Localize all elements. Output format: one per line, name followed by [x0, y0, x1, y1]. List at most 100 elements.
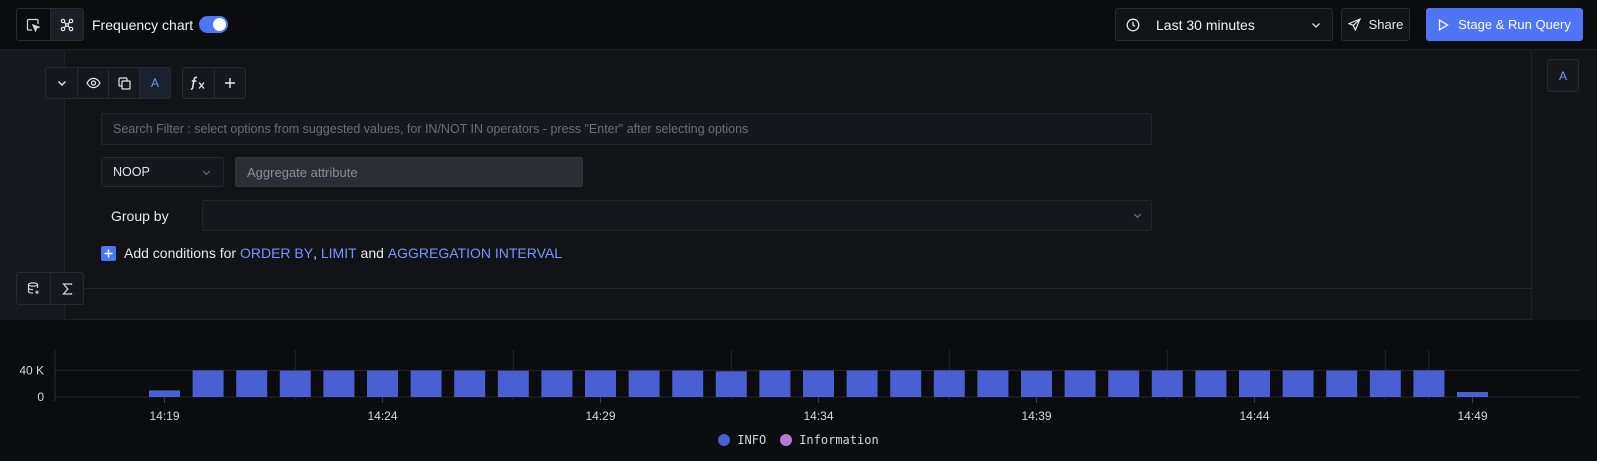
copy-icon — [117, 76, 131, 90]
bar-info — [1457, 392, 1488, 397]
run-label: Stage & Run Query — [1458, 17, 1571, 32]
list-view-button[interactable] — [17, 9, 50, 40]
and-text: and — [360, 245, 384, 261]
plus-square-icon[interactable] — [101, 245, 116, 261]
bar-info — [803, 370, 834, 397]
aggregation-interval-link[interactable]: AGGREGATION INTERVAL — [388, 245, 562, 261]
legend-item-information[interactable]: Information — [780, 433, 879, 447]
x-tick-label: 14:24 — [367, 409, 397, 423]
bar-info — [1282, 370, 1314, 397]
query-toolbar: A — [45, 67, 171, 99]
group-by-label: Group by — [111, 208, 169, 224]
chevron-down-icon — [202, 170, 211, 175]
aggregate-operator-value: NOOP — [113, 165, 150, 179]
formula-button[interactable] — [50, 273, 83, 304]
cursor-square-icon — [27, 18, 41, 32]
bar-info — [192, 370, 224, 397]
x-tick-label: 14:49 — [1457, 409, 1487, 423]
bar-info — [1326, 370, 1358, 397]
query-letter[interactable]: A — [139, 68, 170, 98]
formula-toolbar — [182, 67, 246, 99]
y-tick-label: 0 — [37, 390, 44, 404]
bar-info — [279, 370, 311, 397]
bar-info — [1021, 370, 1052, 397]
frequency-chart-label: Frequency chart — [92, 17, 194, 33]
bar-info — [454, 370, 486, 397]
time-range-value: Last 30 minutes — [1156, 16, 1255, 33]
graph-view-button[interactable] — [49, 9, 83, 40]
y-tick-label: 40 K — [19, 363, 44, 377]
legend-dot-info — [718, 434, 731, 446]
bar-info — [1151, 370, 1183, 397]
add-conditions-row[interactable]: Add conditions for ORDER BY, LIMIT and A… — [101, 245, 562, 261]
copy-button[interactable] — [108, 68, 139, 98]
aggregate-attribute-input[interactable]: Aggregate attribute — [235, 157, 583, 187]
nodes-icon — [60, 18, 74, 31]
frequency-chart-svg: 40 K 0 14:19 14:24 14:29 14:34 14:39 14:44 14:49 — [19, 350, 1580, 423]
database-icon — [27, 282, 39, 294]
eye-icon — [85, 77, 101, 89]
bar-info — [1064, 370, 1096, 397]
plus-icon — [225, 78, 235, 88]
legend-item-info[interactable]: INFO — [718, 433, 766, 447]
bar-info — [410, 370, 442, 397]
add-conditions-prefix: Add conditions for — [124, 245, 237, 261]
comma-text: , — [313, 245, 317, 261]
bar-info — [933, 370, 965, 397]
bar-info — [1195, 370, 1227, 397]
x-tick-label: 14:44 — [1239, 409, 1269, 423]
add-query-button[interactable] — [214, 68, 245, 98]
search-filter-input[interactable]: Search Filter : select options from sugg… — [101, 113, 1152, 145]
chevron-down-icon — [57, 81, 66, 86]
bar-info — [541, 370, 573, 397]
bar-info — [977, 370, 1009, 397]
query-builder: A A Search Filter : select options from … — [0, 50, 1597, 320]
chart-legend: INFO Information — [0, 433, 1597, 447]
time-range-select[interactable]: Last 30 minutes — [1115, 8, 1333, 41]
bar-info — [759, 370, 791, 397]
order-by-link[interactable]: ORDER BY — [240, 245, 313, 261]
chevron-down-icon — [1133, 213, 1142, 219]
bar-info — [323, 370, 355, 397]
x-tick-label: 14:39 — [1021, 409, 1051, 423]
bar-info — [846, 370, 878, 397]
frequency-chart-toggle[interactable] — [199, 16, 228, 33]
view-toggle — [16, 8, 84, 41]
chevron-down-icon — [1312, 22, 1320, 28]
bar-info — [672, 370, 704, 397]
share-label: Share — [1368, 17, 1404, 32]
bar-info — [367, 370, 398, 397]
bar-info — [497, 370, 529, 397]
bar-info — [149, 390, 180, 397]
frequency-chart: 40 K 0 14:19 14:24 14:29 14:34 14:39 14:44 14:49… — [0, 320, 1597, 461]
group-by-select[interactable] — [202, 200, 1152, 231]
collapse-button[interactable] — [46, 68, 77, 98]
query-builder-button[interactable] — [17, 273, 50, 304]
toggle-knob — [213, 18, 226, 31]
sigma-icon — [61, 282, 72, 295]
bar-info — [628, 370, 660, 397]
bar-info — [1369, 370, 1401, 397]
play-icon — [1438, 18, 1449, 31]
bar-info — [1239, 370, 1270, 397]
limit-link[interactable]: LIMIT — [321, 245, 357, 261]
x-tick-label: 14:19 — [149, 409, 179, 423]
visibility-button[interactable] — [77, 68, 108, 98]
send-icon — [1347, 18, 1361, 31]
x-tick-label: 14:29 — [585, 409, 615, 423]
query-type-toolbar — [16, 272, 84, 305]
legend-label-information: Information — [799, 433, 879, 447]
legend-label-info: INFO — [737, 433, 767, 447]
share-button[interactable]: Share — [1341, 8, 1410, 41]
function-icon — [190, 76, 205, 90]
bar-info — [585, 370, 616, 397]
legend-dot-information — [780, 434, 793, 446]
bar-info — [715, 371, 747, 397]
stage-run-query-button[interactable]: Stage & Run Query — [1426, 8, 1583, 41]
divider — [65, 288, 1531, 289]
bar-info — [1413, 370, 1445, 397]
bar-info — [236, 370, 268, 397]
aggregate-operator-select[interactable]: NOOP — [101, 157, 224, 187]
add-formula-button[interactable] — [183, 68, 214, 98]
query-name-chip[interactable]: A — [1547, 59, 1579, 92]
